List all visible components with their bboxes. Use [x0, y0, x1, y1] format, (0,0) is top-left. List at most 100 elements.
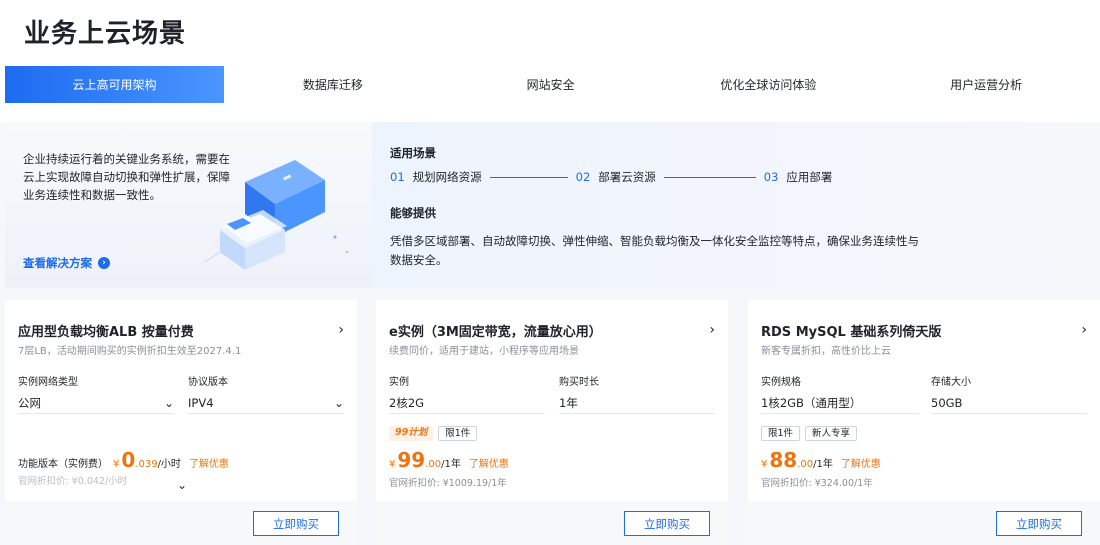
card-header-link[interactable]: e实例（3M固定带宽，流量放心用） › — [389, 320, 715, 340]
chevron-right-icon: › — [338, 322, 344, 338]
field-label: 协议版本 — [188, 377, 228, 388]
chevron-down-icon: ⌄ — [163, 395, 174, 410]
field-label: 购买时长 — [559, 377, 599, 388]
buy-now-button[interactable]: 立即购买 — [624, 511, 710, 536]
currency: ¥ — [389, 459, 396, 470]
price-unit: /小时 — [157, 459, 181, 470]
original-price: 官网折扣价: ¥1009.19/1年 — [389, 478, 507, 489]
scenario-title: 适用场景 — [390, 146, 436, 160]
price-unit: /1年 — [813, 459, 833, 470]
card-footer: 立即购买 — [376, 501, 728, 545]
chevron-right-icon: › — [1081, 322, 1087, 338]
step-3-label: 应用部署 — [786, 170, 833, 184]
buy-now-button[interactable]: 立即购买 — [996, 511, 1082, 536]
select-value: 公网 — [18, 395, 41, 410]
product-card-rds: RDS MySQL 基础系列倚天版 › 新客专属折扣，高性价比上云 实例规格 存… — [748, 300, 1100, 545]
field-value: 1核2GB（通用型） — [761, 395, 862, 410]
tab-website-security[interactable]: 网站安全 — [442, 66, 660, 103]
promo-link[interactable]: 了解优惠 — [841, 455, 881, 470]
card-subtitle: 续费同价，适用于建站，小程序等应用场景 — [389, 346, 579, 357]
step-1: 01 规划网络资源 — [390, 169, 482, 185]
price-label: 功能版本（实例费） — [18, 459, 108, 470]
server-illustration — [205, 160, 348, 270]
step-3: 03 应用部署 — [764, 169, 833, 185]
tab-high-availability[interactable]: 云上高可用架构 — [5, 66, 224, 103]
arrow-right-circle-icon: › — [98, 257, 110, 269]
product-card-e-instance: e实例（3M固定带宽，流量放心用） › 续费同价，适用于建站，小程序等应用场景 … — [376, 300, 728, 545]
page-title: 业务上云场景 — [24, 19, 187, 49]
new-user-tag: 新人专享 — [805, 426, 858, 441]
promo-tag: 99计划 — [389, 426, 434, 441]
tab-database-migration[interactable]: 数据库迁移 — [224, 66, 442, 103]
scenario-tabs: 云上高可用架构 数据库迁移 网站安全 优化全球访问体验 用户运营分析 — [5, 66, 1095, 103]
limit-tag: 限1件 — [761, 426, 801, 441]
step-2-num: 02 — [575, 170, 591, 184]
step-2-label: 部署云资源 — [598, 170, 656, 184]
price-integer: 99 — [397, 448, 426, 472]
view-solution-link[interactable]: 查看解决方案 › — [23, 255, 110, 271]
expand-chevron-icon[interactable]: ⌄ — [177, 478, 187, 492]
tab-user-analytics[interactable]: 用户运营分析 — [877, 66, 1095, 103]
select-value: IPV4 — [188, 395, 214, 410]
limit-tag: 限1件 — [438, 426, 478, 441]
step-2: 02 部署云资源 — [576, 169, 656, 185]
card-header-link[interactable]: RDS MySQL 基础系列倚天版 › — [761, 320, 1087, 340]
price-decimal: .039 — [135, 459, 158, 470]
tag-row: 99计划 限1件 — [389, 426, 478, 441]
view-solution-label: 查看解决方案 — [23, 256, 92, 270]
step-1-num: 01 — [390, 170, 405, 184]
tab-global-access[interactable]: 优化全球访问体验 — [660, 66, 878, 103]
card-subtitle: 7层LB，活动期间购买的实例折扣生效至2027.4.1 — [18, 346, 242, 357]
capability-text: 凭借多区域部署、自动故障切换、弹性伸缩、智能负载均衡及一体化安全监控等特点，确保… — [390, 234, 919, 267]
field-value: 1年 — [559, 395, 578, 410]
tag-row: 限1件 新人专享 — [761, 426, 858, 441]
hero-left: 企业持续运行着的关键业务系统，需要在云上实现故障自动切换和弹性扩展，保障业务连续… — [5, 122, 372, 288]
chevron-right-icon: › — [709, 322, 715, 338]
hero-description: 企业持续运行着的关键业务系统，需要在云上实现故障自动切换和弹性扩展，保障业务连续… — [23, 152, 230, 202]
duration-value: 1年 — [559, 392, 715, 414]
field-value: 2核2G — [389, 395, 425, 410]
field-label: 实例网络类型 — [18, 377, 78, 388]
storage-size-value: 50GB — [931, 392, 1087, 414]
field-label: 实例规格 — [761, 377, 801, 388]
promo-link[interactable]: 了解优惠 — [469, 455, 509, 470]
price-integer: 0 — [121, 448, 136, 472]
field-label: 实例 — [389, 377, 409, 388]
top-section: 业务上云场景 云上高可用架构 数据库迁移 网站安全 优化全球访问体验 用户运营分… — [0, 0, 1100, 122]
product-card-alb: 应用型负载均衡ALB 按量付费 › 7层LB，活动期间购买的实例折扣生效至202… — [5, 300, 357, 545]
card-title: e实例（3M固定带宽，流量放心用） — [389, 324, 602, 340]
instance-value: 2核2G — [389, 392, 545, 414]
price-row: ¥ 88 .00 /1年 了解优惠 — [761, 448, 881, 472]
step-3-num: 03 — [763, 170, 779, 184]
card-subtitle: 新客专属折扣，高性价比上云 — [761, 346, 891, 357]
field-value: 50GB — [931, 395, 963, 410]
hero-right: 适用场景 01 规划网络资源 02 部署云资源 03 应用部署 能够提供 凭借多… — [372, 122, 1100, 288]
card-title: RDS MySQL 基础系列倚天版 — [761, 324, 942, 340]
step-connector — [489, 176, 568, 178]
price-row: ¥ 99 .00 /1年 了解优惠 — [389, 448, 509, 472]
card-header-link[interactable]: 应用型负载均衡ALB 按量付费 › — [18, 320, 344, 340]
original-price: 官网折扣价: ¥0.042/小时 — [18, 476, 128, 487]
protocol-select[interactable]: IPV4 ⌄ — [188, 392, 344, 414]
price-decimal: .00 — [425, 459, 442, 470]
currency: ¥ — [113, 459, 120, 470]
buy-now-button[interactable]: 立即购买 — [253, 511, 339, 536]
chevron-down-icon: ⌄ — [333, 395, 344, 410]
step-connector — [663, 176, 756, 178]
card-title: 应用型负载均衡ALB 按量付费 — [18, 324, 194, 340]
price-unit: /1年 — [441, 459, 461, 470]
step-1-label: 规划网络资源 — [412, 170, 482, 184]
price-row: 功能版本（实例费） ¥ 0 .039 /小时 了解优惠 — [18, 448, 229, 472]
card-footer: 立即购买 — [5, 501, 357, 545]
capability-title: 能够提供 — [390, 206, 436, 220]
price-integer: 88 — [769, 448, 798, 472]
scenario-steps: 01 规划网络资源 02 部署云资源 03 应用部署 — [390, 169, 832, 185]
instance-spec-value: 1核2GB（通用型） — [761, 392, 919, 414]
field-label: 存储大小 — [931, 377, 971, 388]
network-type-select[interactable]: 公网 ⌄ — [18, 392, 174, 414]
hero-panel: 企业持续运行着的关键业务系统，需要在云上实现故障自动切换和弹性扩展，保障业务连续… — [5, 122, 1100, 288]
currency: ¥ — [761, 459, 768, 470]
promo-link[interactable]: 了解优惠 — [189, 455, 229, 470]
product-cards: 应用型负载均衡ALB 按量付费 › 7层LB，活动期间购买的实例折扣生效至202… — [5, 300, 1100, 545]
price-decimal: .00 — [797, 459, 814, 470]
